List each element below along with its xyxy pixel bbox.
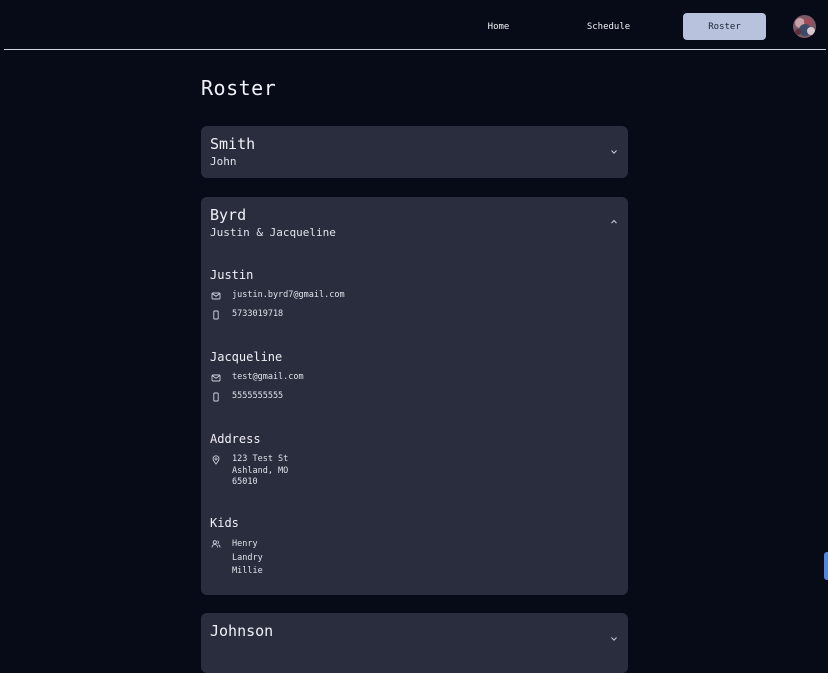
nav-schedule-button[interactable]: Schedule: [567, 13, 650, 40]
kid-name: Landry: [232, 552, 263, 563]
email-link[interactable]: test@gmail.com: [232, 372, 304, 384]
family-members: John: [210, 155, 237, 168]
mail-icon: [211, 374, 221, 382]
avatar[interactable]: [793, 15, 816, 38]
family-members: Justin & Jacqueline: [210, 226, 336, 239]
email-link[interactable]: justin.byrd7@gmail.com: [232, 290, 345, 302]
address-line: Ashland, MO: [232, 465, 289, 476]
phone-icon: [213, 310, 219, 320]
kid-name: Millie: [232, 566, 263, 576]
person-name: Justin: [210, 268, 254, 282]
family-name: Smith: [210, 135, 256, 153]
kid-name: Henry: [232, 539, 258, 549]
mail-icon: [211, 292, 221, 300]
family-card-smith[interactable]: Smith John: [201, 126, 628, 178]
address-title: Address: [210, 432, 261, 446]
family-name: Byrd: [210, 206, 247, 224]
family-card-johnson[interactable]: Johnson: [201, 613, 628, 673]
phone-link[interactable]: 5555555555: [232, 391, 283, 403]
nav-home-button[interactable]: Home: [457, 13, 540, 40]
map-pin-icon: [212, 455, 220, 465]
chevron-down-icon[interactable]: [610, 148, 618, 156]
phone-link[interactable]: 5733019718: [232, 309, 283, 321]
top-nav-bar: Home Schedule Roster: [4, 0, 826, 50]
kids-title: Kids: [210, 516, 239, 530]
users-icon: [211, 540, 221, 548]
chevron-up-icon[interactable]: [610, 218, 618, 226]
address-line: 65010: [232, 477, 258, 487]
page-title: Roster: [201, 76, 277, 100]
person-name: Jacqueline: [210, 350, 283, 364]
address-line: 123 Test St: [232, 454, 289, 464]
side-scroll-tab[interactable]: [824, 552, 828, 580]
family-card-byrd: Byrd Justin & Jacqueline Justin justin.b…: [201, 197, 628, 595]
phone-icon: [213, 392, 219, 402]
family-name: Johnson: [210, 622, 274, 640]
nav-roster-button[interactable]: Roster: [683, 13, 766, 40]
chevron-down-icon[interactable]: [610, 635, 618, 643]
